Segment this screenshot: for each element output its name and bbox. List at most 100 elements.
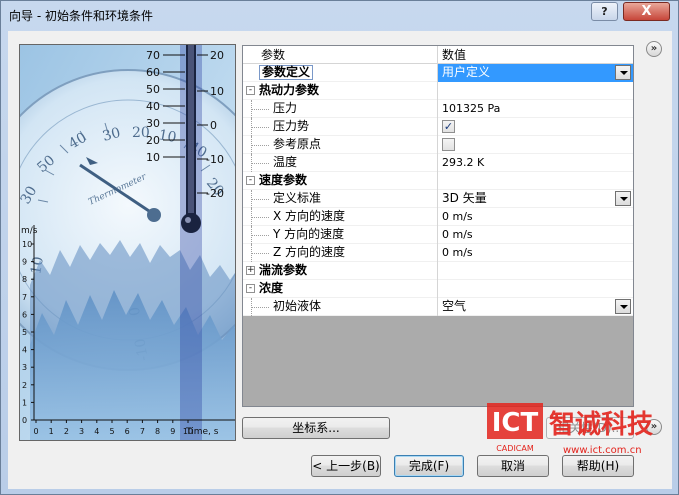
tree-line	[251, 235, 269, 236]
grid-property-row[interactable]: Z 方向的速度 0 m/s	[243, 244, 633, 262]
watermark-logo: ICT CADICAM 智诚科技 www.ict.com.cn	[483, 399, 673, 459]
thermometer-left-tick-label: 60	[146, 66, 160, 79]
expand-panel-top-icon[interactable]: »	[646, 41, 662, 57]
property-label: 压力势	[273, 119, 310, 133]
property-checkbox[interactable]: ✓	[442, 120, 455, 133]
property-name-cell: + 湍流参数	[243, 262, 437, 280]
property-value-cell[interactable]: 293.2 K	[437, 154, 633, 172]
back-button[interactable]: < 上一步(B)	[311, 455, 381, 477]
dropdown-arrow-icon[interactable]	[615, 65, 631, 80]
grid-header: 参数 数值	[243, 46, 633, 64]
chart-y-tick-label: 1	[22, 398, 27, 407]
property-checkbox[interactable]	[442, 138, 455, 151]
chart-x-tick-label: 5	[109, 427, 114, 436]
collapse-icon[interactable]: -	[246, 284, 255, 293]
property-name-cell: X 方向的速度	[243, 208, 437, 226]
property-value-cell[interactable]: 用户定义	[437, 64, 633, 82]
thermometer-left-tick-label: 30	[146, 117, 160, 130]
tree-line	[251, 145, 269, 146]
property-value-cell[interactable]: 0 m/s	[437, 244, 633, 262]
close-icon[interactable]: X	[623, 2, 670, 21]
property-value-cell[interactable]	[437, 136, 633, 154]
grid-property-row[interactable]: 压力 101325 Pa	[243, 100, 633, 118]
grid-property-row[interactable]: Y 方向的速度 0 m/s	[243, 226, 633, 244]
thermometer-right-tick-label: 10	[210, 85, 224, 98]
property-label: 参考原点	[273, 137, 322, 151]
watermark-brand: ICT	[492, 408, 539, 438]
chart-y-tick-label: 9	[22, 258, 27, 267]
chart-y-tick-label: 8	[22, 275, 27, 284]
grid-property-row[interactable]: 定义标准 3D 矢量	[243, 190, 633, 208]
property-label: 温度	[273, 155, 298, 169]
dropdown-arrow-icon[interactable]	[615, 191, 631, 206]
chart-y-tick-label: 7	[22, 293, 27, 302]
grid-property-row[interactable]: X 方向的速度 0 m/s	[243, 208, 633, 226]
wizard-window: 向导 - 初始条件和环境条件 ? X 50 40 30 20 10 30 40 …	[0, 0, 679, 495]
group-label: 速度参数	[259, 173, 308, 187]
title-bar[interactable]: 向导 - 初始条件和环境条件 ? X	[1, 1, 678, 29]
window-title: 向导 - 初始条件和环境条件	[9, 9, 153, 23]
thermometer-right-tick-label: 20	[210, 49, 224, 62]
chart-y-tick-label: 5	[22, 328, 27, 337]
chart-y-tick-label: 4	[22, 346, 27, 355]
thermometer-left-tick-label: 70	[146, 49, 160, 62]
property-name-cell: 参考原点	[243, 136, 437, 154]
property-value: 0 m/s	[442, 210, 473, 223]
property-label: 初始液体	[273, 299, 322, 313]
grid-group-row[interactable]: - 浓度	[243, 280, 633, 298]
dropdown-arrow-icon[interactable]	[615, 299, 631, 314]
chart-x-tick-label: 7	[140, 427, 145, 436]
property-value: 空气	[442, 299, 467, 313]
property-value-cell[interactable]: 0 m/s	[437, 226, 633, 244]
property-value: 293.2 K	[442, 156, 485, 169]
property-value-cell	[437, 262, 633, 280]
tree-line	[251, 199, 269, 200]
property-grid[interactable]: 参数 数值 参数定义 用户定义 - 热动力参数 压力 101325 Pa 压力势 ✓ 参考原点温…	[242, 45, 634, 407]
help-icon[interactable]: ?	[591, 2, 618, 21]
property-name-cell: Y 方向的速度	[243, 226, 437, 244]
thermometer-right-tick-label: 0	[210, 119, 217, 132]
grid-property-row[interactable]: 参考原点	[243, 136, 633, 154]
gauge-number-label: 10	[157, 127, 177, 146]
property-name-cell: 定义标准	[243, 190, 437, 208]
property-value-cell[interactable]: ✓	[437, 118, 633, 136]
property-value-cell[interactable]: 101325 Pa	[437, 100, 633, 118]
property-value: 101325 Pa	[442, 102, 501, 115]
grid-group-row[interactable]: - 热动力参数	[243, 82, 633, 100]
property-value-cell	[437, 172, 633, 190]
column-header-param: 参数	[261, 48, 286, 62]
grid-group-row[interactable]: + 湍流参数	[243, 262, 633, 280]
collapse-icon[interactable]: -	[246, 176, 255, 185]
grid-property-row[interactable]: 压力势 ✓	[243, 118, 633, 136]
property-value: 用户定义	[442, 65, 491, 79]
property-value-cell[interactable]: 3D 矢量	[437, 190, 633, 208]
grid-property-row[interactable]: 参数定义 用户定义	[243, 64, 633, 82]
chart-x-tick-label: 1	[49, 427, 54, 436]
property-label: Y 方向的速度	[273, 227, 345, 241]
chart-x-unit-label: Time, s	[185, 427, 219, 437]
tree-line	[251, 127, 269, 128]
chart-y-tick-label: 2	[22, 381, 27, 390]
grid-property-row[interactable]: 初始液体 空气	[243, 298, 633, 316]
coordinate-system-button[interactable]: 坐标系...	[242, 417, 390, 439]
chart-x-tick-label: 9	[170, 427, 175, 436]
property-label: 参数定义	[259, 65, 314, 80]
column-header-value: 数值	[437, 46, 633, 64]
chart-y-tick-label: 6	[22, 310, 27, 319]
tree-line	[251, 109, 269, 110]
chart-x-tick-label: 6	[125, 427, 130, 436]
property-value-cell[interactable]: 空气	[437, 298, 633, 316]
grid-property-row[interactable]: 温度 293.2 K	[243, 154, 633, 172]
collapse-icon[interactable]: -	[246, 86, 255, 95]
expand-icon[interactable]: +	[246, 266, 255, 275]
finish-button[interactable]: 完成(F)	[394, 455, 464, 477]
illustration-panel: 50 40 30 20 10 30 40 20 10 0 -10 Thermom…	[19, 44, 236, 441]
property-value-cell[interactable]: 0 m/s	[437, 208, 633, 226]
property-name-cell: - 浓度	[243, 280, 437, 298]
chart-x-tick-label: 8	[155, 427, 160, 436]
grid-group-row[interactable]: - 速度参数	[243, 172, 633, 190]
property-name-cell: - 热动力参数	[243, 82, 437, 100]
property-value-cell	[437, 82, 633, 100]
thermometer-left-tick-label: 40	[146, 100, 160, 113]
watermark-url: www.ict.com.cn	[563, 445, 642, 456]
